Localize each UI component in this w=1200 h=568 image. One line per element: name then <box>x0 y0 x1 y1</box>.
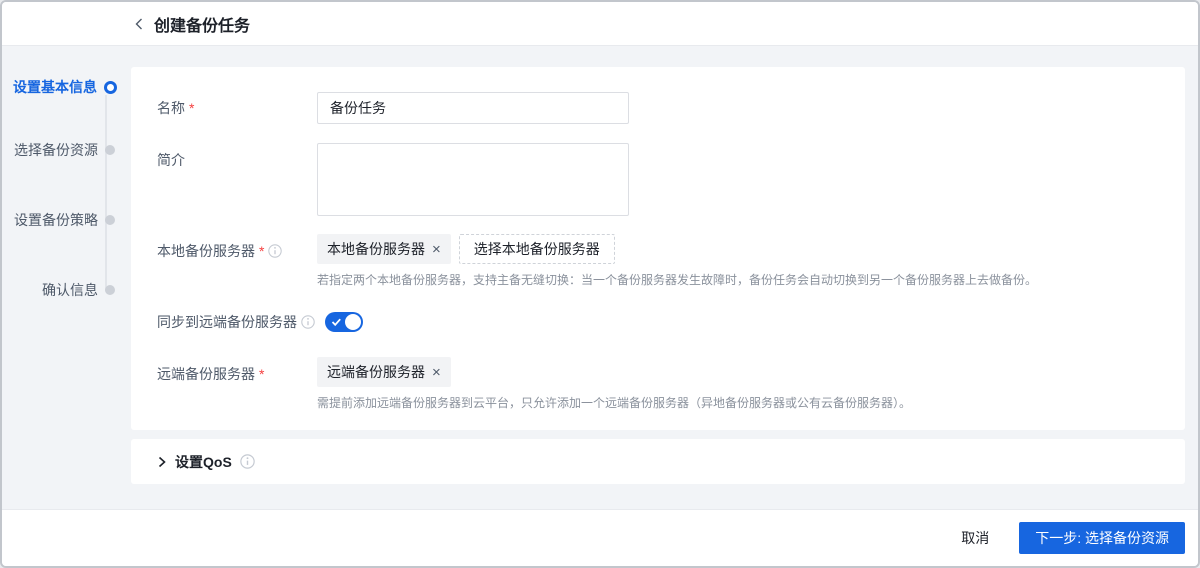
step-label: 设置备份策略 <box>14 212 98 228</box>
back-button[interactable] <box>133 17 145 31</box>
select-local-server-button[interactable]: 选择本地备份服务器 <box>458 234 615 264</box>
page-title: 创建备份任务 <box>154 17 251 35</box>
sync-remote-label: 同步到远端备份服务器 <box>157 314 297 330</box>
page-header: 创建备份任务 <box>2 2 1198 46</box>
local-server-hint: 若指定两个本地备份服务器，支持主备无缝切换：当一个备份服务器发生故障时，备份任务… <box>317 273 1038 287</box>
remote-server-controls: 远端备份服务器 × <box>317 357 451 387</box>
remote-server-label: 远端备份服务器 * <box>157 366 265 382</box>
cancel-button[interactable]: 取消 <box>961 528 989 548</box>
description-label: 简介 <box>157 152 185 168</box>
info-icon[interactable] <box>301 315 315 329</box>
remove-icon[interactable]: × <box>432 365 441 380</box>
local-server-tag: 本地备份服务器 × <box>317 234 451 264</box>
chevron-right-icon <box>158 456 166 467</box>
step-label: 选择备份资源 <box>14 142 98 158</box>
sync-remote-toggle[interactable] <box>325 312 363 332</box>
info-icon[interactable] <box>240 454 255 469</box>
required-marker: * <box>189 100 195 116</box>
info-icon[interactable] <box>268 244 283 258</box>
local-server-controls: 本地备份服务器 × 选择本地备份服务器 <box>317 234 615 264</box>
check-icon <box>331 318 341 327</box>
next-step-button[interactable]: 下一步: 选择备份资源 <box>1019 522 1185 554</box>
chevron-left-icon <box>135 18 142 29</box>
name-label: 名称 * <box>157 100 195 116</box>
create-backup-task-page: 创建备份任务 设置基本信息 选择备份资源 设置备份策略 确认信息 名称* 简介 … <box>0 0 1200 568</box>
step-backup-policy[interactable]: 设置备份策略 <box>2 210 115 230</box>
remote-server-hint: 需提前添加远端备份服务器到云平台，只允许添加一个远端备份服务器（异地备份服务器或… <box>317 396 912 410</box>
required-marker: * <box>259 243 265 259</box>
step-dot-icon <box>105 215 115 225</box>
qos-label: 设置QoS <box>175 453 232 470</box>
step-select-resources[interactable]: 选择备份资源 <box>2 140 115 160</box>
description-textarea[interactable] <box>317 143 629 216</box>
name-input[interactable] <box>317 92 629 124</box>
toggle-knob <box>345 314 361 330</box>
step-dot-icon <box>105 145 115 155</box>
steps-rail <box>105 95 107 291</box>
step-active-circle-icon <box>104 80 117 94</box>
required-marker: * <box>259 366 265 382</box>
step-dot-icon <box>105 285 115 295</box>
step-confirm-info[interactable]: 确认信息 <box>2 280 115 300</box>
sync-remote-row: 同步到远端备份服务器 <box>157 312 363 332</box>
footer-action-bar: 取消 下一步: 选择备份资源 <box>2 509 1198 566</box>
step-label: 设置基本信息 <box>13 79 97 95</box>
remove-icon[interactable]: × <box>432 242 441 257</box>
local-server-label: 本地备份服务器 * <box>157 241 283 261</box>
basic-info-form-card: 名称* 简介 本地备份服务器* 本地备份服务器 × 选择本地备份服务器 <box>131 67 1185 430</box>
step-basic-info[interactable]: 设置基本信息 <box>2 77 117 97</box>
qos-section-header[interactable]: 设置QoS <box>131 439 1185 484</box>
step-label: 确认信息 <box>42 282 98 298</box>
remote-server-tag: 远端备份服务器 × <box>317 357 451 387</box>
